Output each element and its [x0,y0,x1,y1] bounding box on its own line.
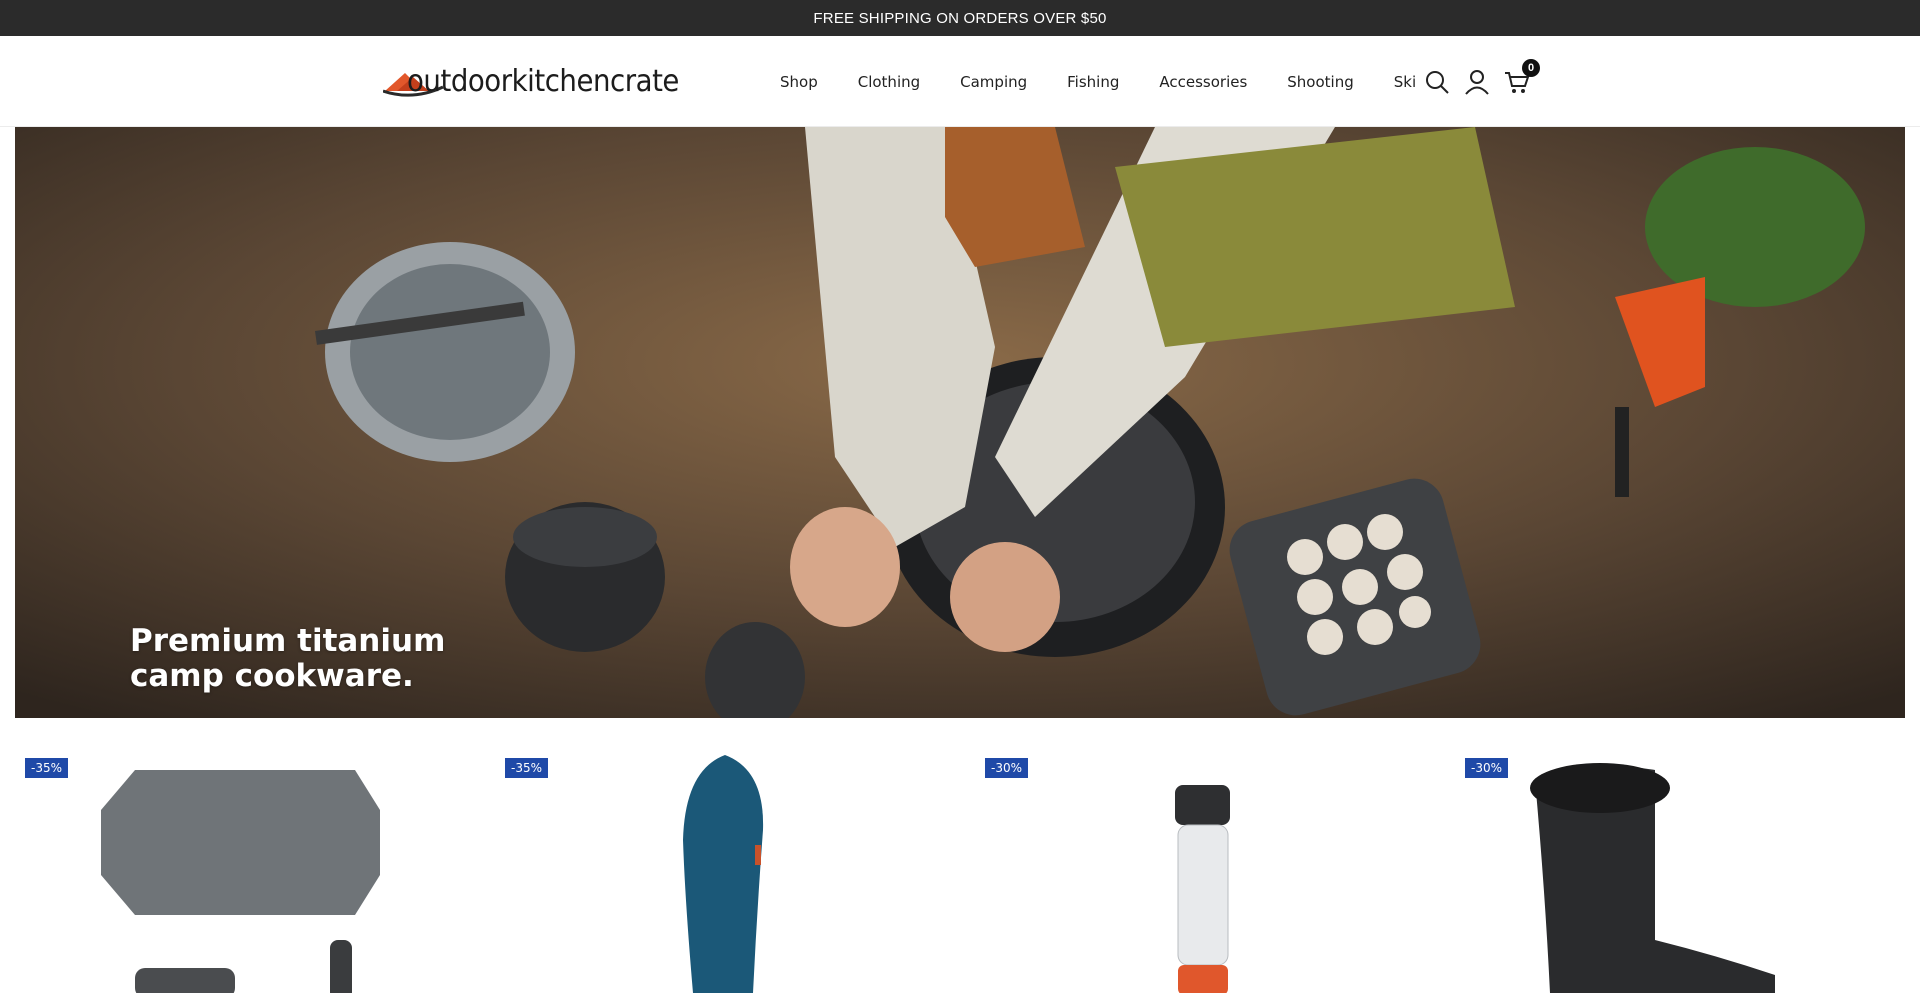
cart-button[interactable]: 0 [1504,58,1540,95]
product-card[interactable]: -35% [495,740,955,993]
discount-badge: -35% [25,758,69,778]
hero-banner[interactable]: Premium titanium camp cookware. [15,127,1905,718]
product-image [1175,785,1230,993]
cart-count-badge: 0 [1522,58,1540,77]
discount-badge: -30% [985,758,1029,778]
nav-shooting[interactable]: Shooting [1267,73,1373,91]
user-icon[interactable] [1464,69,1490,95]
product-image [101,770,380,993]
site-logo[interactable]: outdoorkitchencrate [382,56,703,106]
discount-badge: -35% [505,758,549,778]
hero-caption-line1: Premium titanium [130,623,446,659]
logo-text: outdoorkitchencrate [407,63,679,99]
nav-camping[interactable]: Camping [940,73,1047,91]
product-card[interactable]: -35% [15,740,475,993]
product-image [1530,763,1775,993]
nav-accessories[interactable]: Accessories [1139,73,1267,91]
search-icon[interactable] [1424,69,1450,95]
nav-shop[interactable]: Shop [760,73,838,91]
product-image [683,755,764,993]
product-card[interactable]: -30% [975,740,1435,993]
main-nav: Shop Clothing Camping Fishing Accessorie… [760,36,1436,127]
product-card[interactable]: -30% [1455,740,1915,993]
nav-fishing[interactable]: Fishing [1047,73,1139,91]
announcement-text: FREE SHIPPING ON ORDERS OVER $50 [813,9,1107,27]
hero-caption-line2: camp cookware. [130,658,414,694]
product-grid: -35% -35% -30% -30% [0,740,1920,993]
site-header: outdoorkitchencrate Shop Clothing Campin… [0,36,1920,127]
hero-caption: Premium titanium camp cookware. [130,624,445,694]
discount-badge: -30% [1465,758,1509,778]
nav-clothing[interactable]: Clothing [838,73,940,91]
header-icons: 0 [1424,36,1540,127]
announcement-bar: FREE SHIPPING ON ORDERS OVER $50 [0,0,1920,36]
